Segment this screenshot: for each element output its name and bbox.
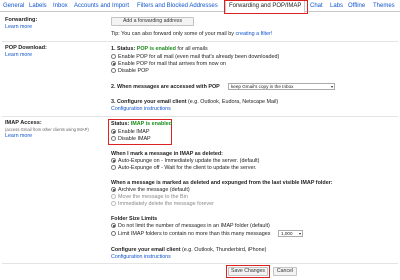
- limit-folder-radio[interactable]: [111, 231, 116, 236]
- section-divider: [2, 41, 398, 42]
- move-to-bin-radio[interactable]: [111, 194, 116, 199]
- pop-learn-more-link[interactable]: Learn more: [5, 52, 32, 58]
- imap-status: Status: IMAP is enabled: [111, 121, 173, 127]
- tab-labs[interactable]: Labs: [330, 3, 343, 9]
- pop-enable-all-label: Enable POP for all mail (even mail that'…: [118, 54, 280, 60]
- imap-learn-more-link[interactable]: Learn more: [5, 133, 32, 139]
- forwarding-learn-more-link[interactable]: Learn more: [5, 24, 32, 30]
- pop-status: 1. Status: POP is enabled for all emails: [111, 46, 208, 52]
- limit-folder-label: Limit IMAP folders to contain no more th…: [118, 231, 271, 237]
- move-to-bin-label: Move the message to the Bin: [118, 194, 188, 200]
- forwarding-tip: Tip: You can also forward only some of y…: [111, 31, 273, 37]
- archive-message-label: Archive the message (default): [118, 187, 190, 193]
- pop-disable-label: Disable POP: [118, 68, 149, 74]
- pop-disable-radio[interactable]: [111, 68, 116, 73]
- imap-disable-label: Disable IMAP: [118, 136, 151, 142]
- imap-enable-label: Enable IMAP: [118, 129, 150, 135]
- tab-labels[interactable]: Labels: [29, 3, 47, 9]
- auto-expunge-off-label: Auto-Expunge off - Wait for the client t…: [118, 165, 257, 171]
- chevron-down-icon: ▾: [298, 231, 301, 236]
- pop-access-heading: 2. When messages are accessed with POP: [111, 84, 220, 90]
- create-filter-link[interactable]: creating a filter!: [235, 31, 272, 37]
- pop-configuration-instructions-link[interactable]: Configuration instructions: [111, 106, 171, 112]
- no-folder-limit-label: Do not limit the number of messages in a…: [118, 223, 270, 229]
- tab-filters-and-blocked-addresses[interactable]: Filters and Blocked Addresses: [137, 3, 218, 9]
- tab-chat[interactable]: Chat: [310, 3, 323, 9]
- auto-expunge-on-label: Auto-Expunge on - Immediately update the…: [118, 158, 260, 164]
- section-divider: [2, 116, 398, 117]
- pop-download-label: POP Download:: [5, 45, 47, 51]
- folder-limit-select[interactable]: 1,000 ▾: [278, 230, 303, 237]
- imap-disable-radio[interactable]: [111, 136, 116, 141]
- imap-access-note: (access Gmail from other clients using I…: [5, 127, 89, 132]
- forwarding-label: Forwarding:: [5, 17, 38, 23]
- save-button-highlight: [226, 265, 270, 278]
- pop-configure-client: 3. Configure your email client (e.g. Out…: [111, 99, 279, 105]
- delete-forever-label: Immediately delete the message forever: [118, 201, 214, 207]
- pop-enable-from-now-radio[interactable]: [111, 61, 116, 66]
- settings-tab-bar: General Labels Inbox Accounts and Import…: [0, 0, 400, 13]
- tab-offline[interactable]: Offline: [348, 3, 365, 9]
- tab-themes[interactable]: Themes: [373, 3, 395, 9]
- section-divider: [2, 263, 398, 264]
- chevron-down-icon: ▾: [330, 84, 333, 89]
- folder-size-limits-heading: Folder Size Limits: [111, 216, 158, 222]
- pop-access-select[interactable]: keep Gmail's copy in the Inbox ▾: [228, 83, 335, 90]
- imap-configuration-instructions-link[interactable]: Configuration instructions: [111, 254, 171, 260]
- delete-forever-radio[interactable]: [111, 201, 116, 206]
- cancel-button[interactable]: Cancel: [273, 267, 297, 276]
- pop-enable-from-now-label: Enable POP for mail that arrives from no…: [118, 61, 227, 67]
- imap-expunged-heading: When a message is marked as deleted and …: [111, 180, 333, 186]
- imap-enable-radio[interactable]: [111, 129, 116, 134]
- tab-inbox[interactable]: Inbox: [53, 3, 68, 9]
- add-forwarding-address-button[interactable]: Add a forwarding address: [111, 17, 194, 26]
- no-folder-limit-radio[interactable]: [111, 223, 116, 228]
- auto-expunge-off-radio[interactable]: [111, 165, 116, 170]
- imap-configure-client: Configure your email client (e.g. Outloo…: [111, 247, 267, 253]
- active-tab-highlight: [224, 0, 308, 14]
- archive-message-radio[interactable]: [111, 187, 116, 192]
- tab-accounts-and-import[interactable]: Accounts and Import: [74, 3, 129, 9]
- auto-expunge-on-radio[interactable]: [111, 158, 116, 163]
- pop-enable-all-radio[interactable]: [111, 54, 116, 59]
- tab-general[interactable]: General: [3, 3, 24, 9]
- imap-access-label: IMAP Access:: [5, 120, 42, 126]
- imap-deleted-heading: When I mark a message in IMAP as deleted…: [111, 151, 223, 157]
